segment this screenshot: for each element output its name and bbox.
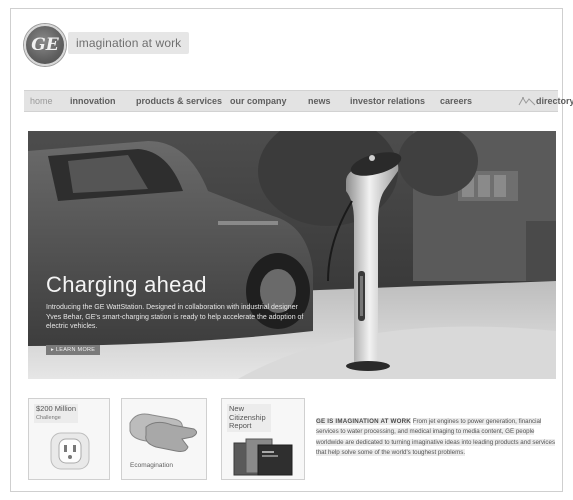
- logo-monogram: GE: [31, 35, 59, 55]
- about-blurb: GE IS IMAGINATION AT WORK From jet engin…: [316, 417, 556, 459]
- promo-title: $200 Million: [36, 404, 77, 413]
- hero-image: [28, 131, 556, 379]
- learn-more-label: LEARN MORE: [55, 347, 96, 353]
- nav-item-news[interactable]: news: [308, 91, 331, 113]
- power-outlet-icon: [50, 432, 90, 470]
- hero-title: Charging ahead: [46, 272, 207, 297]
- learn-more-button[interactable]: ▸ LEARN MORE: [46, 345, 101, 355]
- nav-item-home[interactable]: home: [30, 91, 53, 113]
- blurb-lead: GE IS IMAGINATION AT WORK: [316, 418, 411, 425]
- nav-item-directory[interactable]: directory: [536, 91, 573, 113]
- promo-challenge[interactable]: $200 Million Challenge: [28, 398, 110, 480]
- hero-description: Introducing the GE WattStation. Designed…: [46, 304, 304, 330]
- promo-title: New Citizenship Report: [227, 404, 271, 432]
- nav-item-products-services[interactable]: products & services: [136, 91, 222, 113]
- report-booklets-icon: [233, 438, 293, 476]
- directory-icon: [518, 97, 536, 106]
- main-nav: home innovation products & services our …: [24, 90, 573, 113]
- tagline: imagination at work: [76, 36, 182, 50]
- promo-label: $200 Million Challenge: [34, 404, 79, 423]
- promo-caption: Ecomagination: [130, 462, 173, 469]
- nav-item-investor-relations[interactable]: investor relations: [350, 91, 425, 113]
- site-header: GE imagination at work: [18, 20, 218, 70]
- promo-citizenship-report[interactable]: New Citizenship Report: [221, 398, 305, 480]
- nav-item-our-company[interactable]: our company: [230, 91, 287, 113]
- promo-subtitle: Challenge: [36, 414, 61, 421]
- nav-item-innovation[interactable]: innovation: [70, 91, 116, 113]
- promo-ecomagination[interactable]: Ecomagination: [121, 398, 207, 480]
- tagline-box: imagination at work: [68, 32, 190, 54]
- nav-item-careers[interactable]: careers: [440, 91, 472, 113]
- ge-logo-icon[interactable]: GE: [24, 24, 66, 66]
- gloves-icon: [129, 413, 198, 452]
- hero-banner: Charging ahead Introducing the GE WattSt…: [28, 131, 556, 379]
